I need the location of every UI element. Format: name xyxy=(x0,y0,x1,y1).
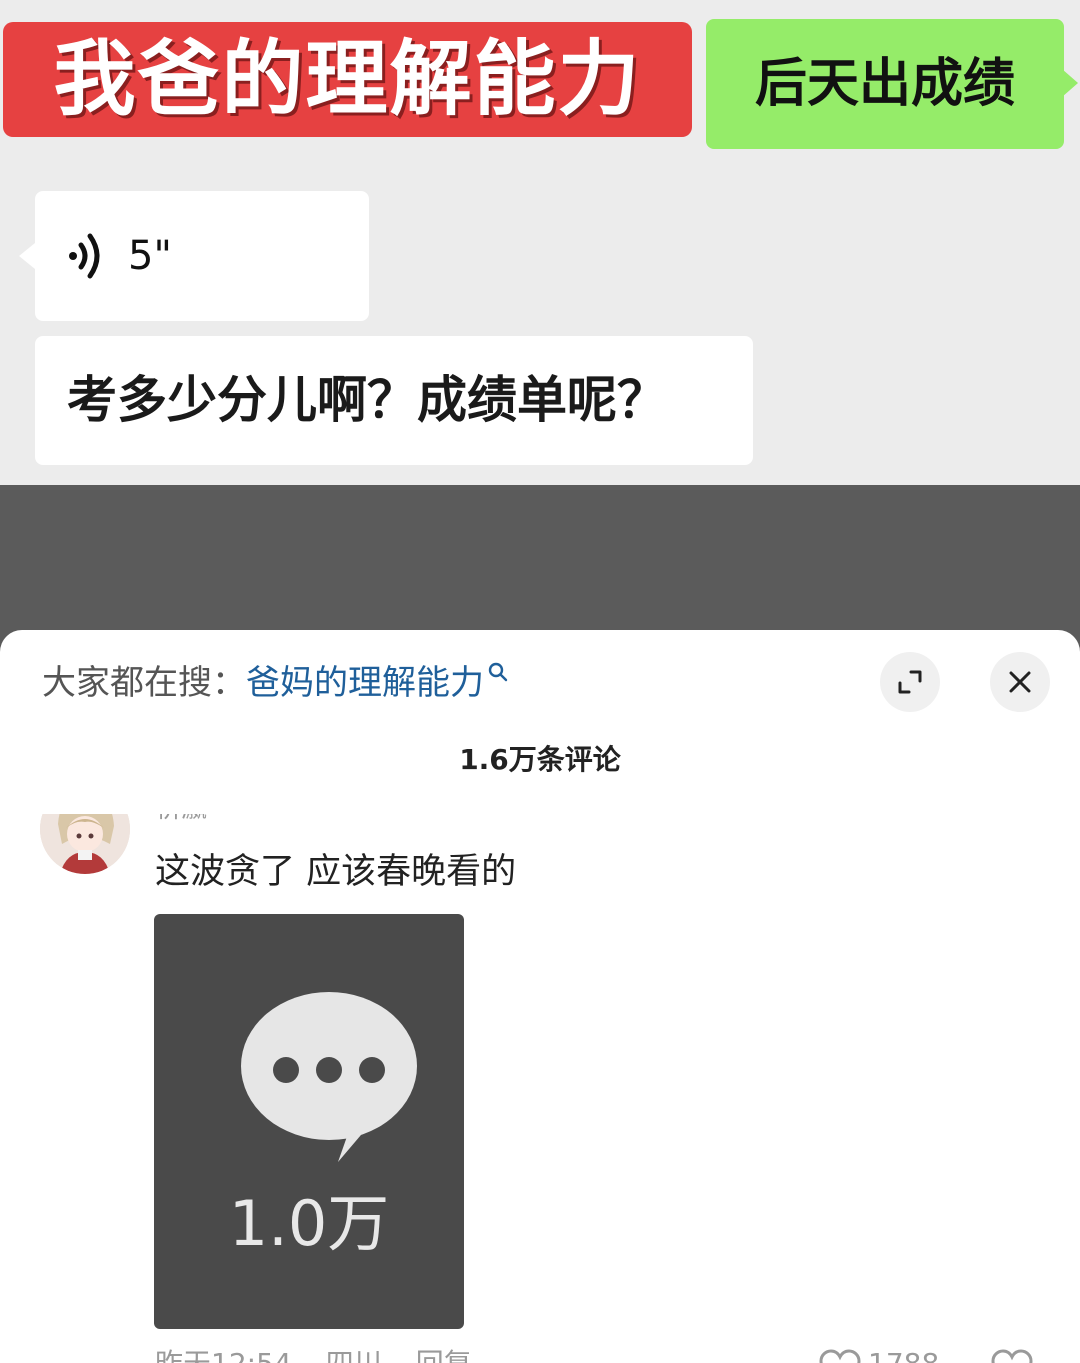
received-message-bubble: 考多少分儿啊？成绩单呢？ xyxy=(35,336,753,465)
image-caption: 1.0万 xyxy=(228,1187,390,1260)
voice-wave-icon xyxy=(69,233,100,279)
comment-meta: 昨天12:54 四川 回复 xyxy=(155,1344,472,1363)
search-icon xyxy=(488,662,508,682)
close-button[interactable] xyxy=(990,652,1050,712)
voice-duration: 5" xyxy=(128,233,172,279)
comment-username[interactable]: 枡瀛 xyxy=(155,814,207,826)
search-suggestion-prefix: 大家都在搜： xyxy=(42,663,246,703)
avatar[interactable] xyxy=(40,814,130,874)
comment-time: 昨天12:54 xyxy=(155,1347,292,1363)
comment-sheet: 大家都在搜：爸妈的理解能力 1.6万条评论 这波贪了 应该春晚看的 1.0万 xyxy=(0,630,1080,1363)
sent-message-bubble: 后天出成绩 xyxy=(706,19,1078,149)
comment-bubble-icon xyxy=(241,992,417,1162)
comment-text: 这波贪了 应该春晚看的 xyxy=(155,852,517,892)
video-player[interactable]: 我爸的理解能力 后天出成绩 5" 考多少分儿啊？成绩单呢？ xyxy=(0,0,1080,485)
expand-icon xyxy=(898,670,922,694)
comment-count: 1.6万条评论 xyxy=(459,743,621,776)
heart-icon[interactable] xyxy=(818,1348,862,1363)
reply-button[interactable]: 回复 xyxy=(416,1347,472,1363)
like-count: 1788 xyxy=(868,1344,939,1363)
comment-location: 四川 xyxy=(326,1347,382,1363)
video-title-banner: 我爸的理解能力 xyxy=(3,22,692,137)
search-suggestion[interactable]: 大家都在搜：爸妈的理解能力 xyxy=(42,658,508,708)
close-icon xyxy=(1009,671,1031,693)
broken-heart-icon[interactable] xyxy=(990,1348,1034,1363)
comment-list[interactable]: 枡瀛 这波贪了 应该春晚看的 1.0万 昨天12:54 四川 回复 1788 xyxy=(0,814,1080,1363)
comment-image[interactable]: 1.0万 xyxy=(154,914,464,1329)
search-suggestion-term[interactable]: 爸妈的理解能力 xyxy=(246,663,484,703)
voice-message-bubble: 5" xyxy=(19,191,369,321)
expand-button[interactable] xyxy=(880,652,940,712)
